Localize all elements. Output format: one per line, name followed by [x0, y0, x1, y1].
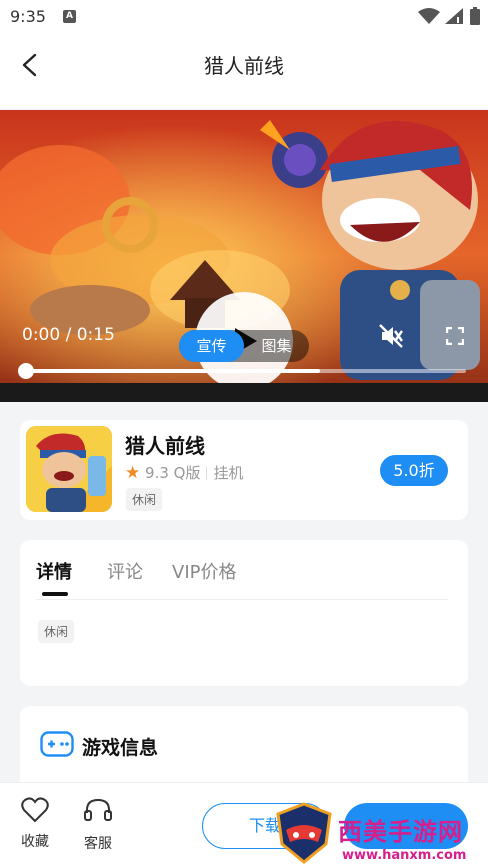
watermark-text: 西美手游网	[338, 818, 463, 846]
fullscreen-icon[interactable]	[446, 327, 464, 345]
game-icon	[26, 426, 112, 512]
detail-tag: 休闲	[38, 620, 75, 643]
service-label: 客服	[84, 836, 112, 852]
game-card[interactable]: 猎人前线 ★ 9.3 Q版 挂机 休闲 5.0折	[20, 420, 468, 520]
discount-badge[interactable]: 5.0折	[380, 455, 448, 486]
game-type: 挂机	[213, 464, 244, 482]
meta-divider	[206, 467, 208, 480]
battery-icon	[470, 7, 480, 25]
video-time: 0:00 / 0:15	[22, 325, 115, 345]
game-rating: 9.3	[145, 464, 169, 482]
notification-icon: A	[63, 10, 76, 23]
tab-details[interactable]: 详情	[36, 558, 72, 584]
game-info-title: 游戏信息	[82, 737, 159, 759]
active-tab-indicator	[42, 592, 68, 596]
video-progress-knob[interactable]	[18, 363, 34, 379]
media-segment-control: 宣传 图集	[179, 330, 309, 362]
watermark-url: www.hanxm.com	[342, 848, 467, 863]
tab-vip-price[interactable]: VIP价格	[172, 558, 236, 584]
signal-icon	[445, 8, 463, 24]
gamepad-icon	[40, 731, 74, 757]
headset-icon	[84, 798, 112, 821]
app-header: 猎人前线	[0, 34, 488, 108]
watermark-shield-logo	[276, 802, 332, 864]
customer-service-button[interactable]: 客服	[78, 797, 118, 853]
tab-divider	[36, 599, 448, 600]
mute-icon[interactable]	[378, 323, 404, 349]
favorite-label: 收藏	[21, 834, 49, 850]
site-watermark: 西美手游网 www.hanxm.com	[272, 800, 488, 867]
status-bar: 9:35 A	[0, 0, 488, 34]
favorite-button[interactable]: 收藏	[15, 797, 55, 851]
heart-icon	[21, 797, 49, 823]
wifi-icon	[418, 8, 440, 24]
page-title: 猎人前线	[204, 54, 284, 78]
video-progress-bar[interactable]	[18, 363, 466, 379]
game-name: 猎人前线	[125, 434, 205, 458]
tab-comments[interactable]: 评论	[107, 558, 143, 584]
detail-card: 详情 评论 VIP价格 休闲	[20, 540, 468, 686]
video-bottom-strip	[0, 383, 488, 402]
video-player[interactable]: 0:00 / 0:15 宣传 图集	[0, 110, 488, 402]
game-version: Q版	[173, 464, 201, 482]
game-meta: ★ 9.3 Q版 挂机	[125, 462, 244, 483]
status-time: 9:35	[10, 7, 46, 26]
segment-promo[interactable]: 宣传	[179, 330, 244, 362]
game-tag: 休闲	[126, 488, 163, 511]
video-progress-fill	[24, 369, 321, 373]
star-icon: ★	[125, 463, 141, 483]
segment-gallery[interactable]: 图集	[244, 330, 309, 362]
